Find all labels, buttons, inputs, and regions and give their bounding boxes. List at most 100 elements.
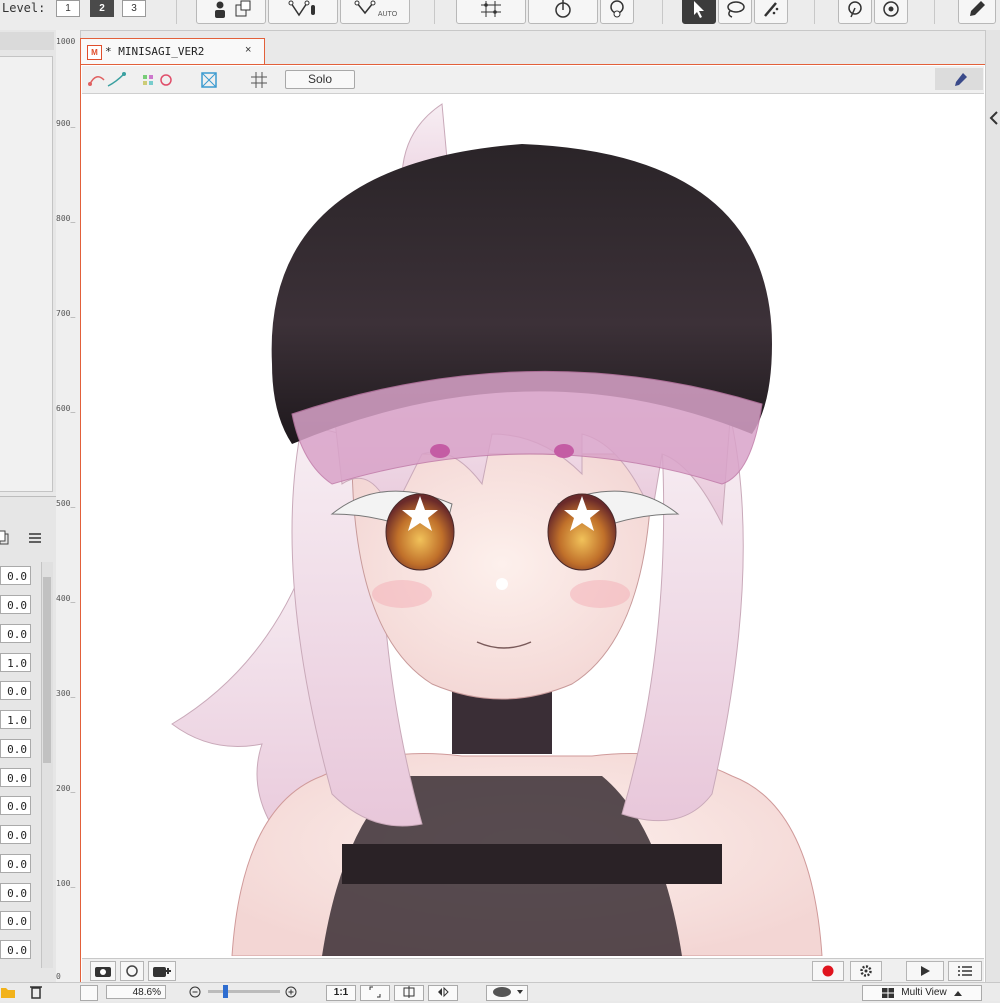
- view-footer: [82, 958, 984, 982]
- pen-tool[interactable]: [958, 0, 996, 24]
- ruler-tick: 400_: [56, 594, 76, 603]
- model-file-icon: M: [87, 45, 102, 60]
- rotation-icon: [555, 0, 571, 18]
- ruler-tick: 600_: [56, 404, 76, 413]
- grid-toggle[interactable]: [248, 70, 270, 90]
- camera-add-button[interactable]: [148, 961, 176, 981]
- camera-plus-icon: [153, 967, 171, 977]
- color-toggle[interactable]: [140, 70, 178, 90]
- zoom-field[interactable]: 48.6%: [106, 985, 166, 999]
- multi-view-label: Multi View: [901, 987, 947, 998]
- record-button[interactable]: [812, 961, 844, 981]
- model-canvas[interactable]: [82, 94, 984, 956]
- person-icon: [215, 0, 251, 18]
- copy-icon[interactable]: [0, 528, 12, 548]
- close-tab-button[interactable]: ×: [245, 44, 251, 56]
- menu-list-icon[interactable]: [27, 528, 43, 548]
- param-value[interactable]: 0.0: [0, 883, 31, 902]
- param-value[interactable]: 1.0: [0, 653, 31, 672]
- zoom-in-button[interactable]: [284, 985, 300, 999]
- param-value[interactable]: 0.0: [0, 940, 31, 959]
- play-icon: [921, 966, 930, 976]
- param-value[interactable]: 0.0: [0, 854, 31, 873]
- auto-deformer-icon: [354, 0, 376, 15]
- rotation-deformer-button[interactable]: [528, 0, 598, 24]
- solo-button[interactable]: Solo: [285, 70, 355, 89]
- param-value[interactable]: 0.0: [0, 681, 31, 700]
- status-bar: 48.6% 1:1 Multi View: [0, 982, 1000, 1001]
- document-tab[interactable]: M * MINISAGI_VER2 ×: [80, 38, 265, 65]
- fit-canvas-button[interactable]: [394, 985, 424, 1001]
- level-1-button[interactable]: 1: [56, 0, 80, 17]
- param-value[interactable]: 0.0: [0, 796, 31, 815]
- fit-canvas-icon: [403, 986, 415, 998]
- param-value[interactable]: 1.0: [0, 710, 31, 729]
- model-view: Solo: [80, 64, 986, 983]
- zoom-slider-handle[interactable]: [223, 985, 228, 998]
- separator: [176, 0, 177, 24]
- folder-icon[interactable]: [0, 985, 16, 999]
- lasso-tool[interactable]: [718, 0, 752, 24]
- param-value[interactable]: 0.0: [0, 911, 31, 930]
- settings-button[interactable]: [850, 961, 882, 981]
- multi-view-dropdown[interactable]: Multi View: [862, 985, 982, 1001]
- display-mode-dropdown[interactable]: [486, 985, 528, 1001]
- zoom-out-button[interactable]: [188, 985, 204, 999]
- deformer-icon: [288, 0, 315, 17]
- new-part-button[interactable]: [196, 0, 266, 24]
- zoom-unit: %: [152, 987, 161, 998]
- camera-button[interactable]: [90, 961, 116, 981]
- pin-tool[interactable]: [838, 0, 872, 24]
- pen-icon: [970, 1, 985, 16]
- part-list[interactable]: [0, 56, 53, 492]
- zoom-slider[interactable]: [208, 990, 280, 993]
- param-value[interactable]: 0.0: [0, 768, 31, 787]
- auto-deformer-button[interactable]: AUTO: [340, 0, 410, 24]
- trash-icon[interactable]: [28, 984, 44, 1000]
- auto-label: AUTO: [377, 10, 398, 18]
- param-value[interactable]: 0.0: [0, 825, 31, 844]
- deformer-path-toggle[interactable]: [86, 70, 130, 90]
- glue-icon: [610, 0, 624, 18]
- zoom-in-icon: [285, 986, 297, 998]
- flip-view-button[interactable]: [428, 985, 458, 1001]
- scrollbar-thumb[interactable]: [43, 577, 51, 763]
- warp-deformer-button[interactable]: [268, 0, 338, 24]
- record-icon: [822, 965, 834, 977]
- param-value[interactable]: 0.0: [0, 566, 31, 585]
- background-color-swatch[interactable]: [80, 985, 98, 1001]
- brush-icon: [764, 2, 779, 17]
- playlist-button[interactable]: [948, 961, 982, 981]
- level-3-button[interactable]: 3: [122, 0, 146, 17]
- gear-icon: [860, 965, 872, 977]
- palette-icon: [143, 74, 172, 86]
- panel-header: [0, 32, 54, 50]
- brush-tool[interactable]: [754, 0, 788, 24]
- ruler-tick: 100_: [56, 879, 76, 888]
- pin-all-tool[interactable]: [874, 0, 908, 24]
- eye-toggle-icon: [493, 987, 523, 997]
- param-value[interactable]: 0.0: [0, 739, 31, 758]
- ruler-tick: 500_: [56, 499, 76, 508]
- camera-reset-button[interactable]: [120, 961, 144, 981]
- view-toolbar: Solo: [82, 66, 984, 94]
- pen-icon: [955, 73, 967, 86]
- fit-view-button[interactable]: [360, 985, 390, 1001]
- view-pin-button[interactable]: [935, 68, 983, 90]
- actual-size-button[interactable]: 1:1: [326, 985, 356, 1001]
- arrow-select-tool[interactable]: [682, 0, 716, 24]
- play-button[interactable]: [906, 961, 944, 981]
- param-value[interactable]: 0.0: [0, 624, 31, 643]
- separator: [814, 0, 815, 24]
- level-2-button[interactable]: 2: [90, 0, 114, 17]
- ruler-tick: 300_: [56, 689, 76, 698]
- fit-icon: [369, 986, 381, 998]
- mesh-edit-button[interactable]: [456, 0, 526, 24]
- main-toolbar: Level: 1 2 3 AUTO: [0, 0, 1000, 31]
- param-value[interactable]: 0.0: [0, 595, 31, 614]
- collapse-panel-button[interactable]: [988, 108, 1000, 128]
- chevron-up-icon: [953, 991, 962, 996]
- bounds-icon: [201, 72, 217, 88]
- bounds-toggle[interactable]: [198, 70, 220, 90]
- glue-button[interactable]: [600, 0, 634, 24]
